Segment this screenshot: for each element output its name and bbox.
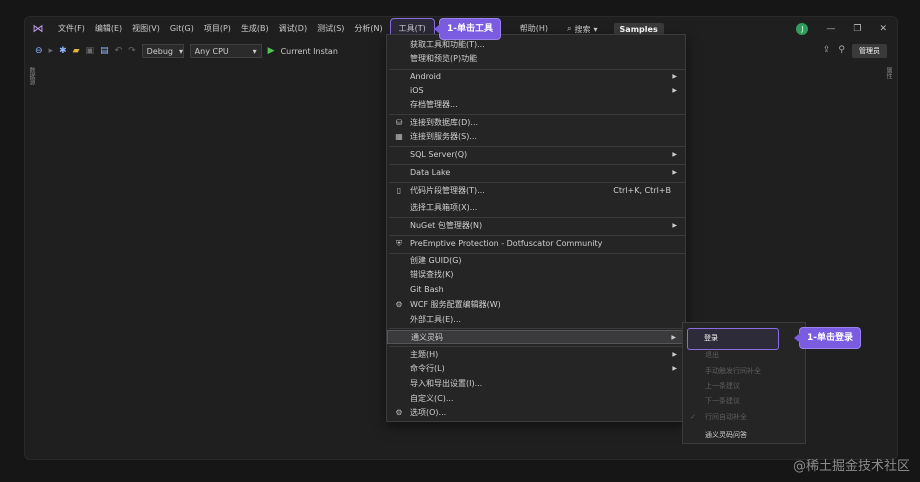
menu-item-tongyi-lingma[interactable]: 通义灵码 ▶ [387,330,685,344]
menu-item-error-lookup[interactable]: 错误查找(K) [387,268,685,282]
chevron-right-icon: ▶ [672,87,677,94]
platform-select[interactable]: Any CPU ▾ [189,44,262,58]
menu-item-manage-preview[interactable]: 管理和预览(P)功能 [387,52,685,66]
lingma-submenu: 登录 退出 手动触发行间补全 上一条建议 下一条建议 ✓ 行间自动补全 通义灵码问… [682,322,806,444]
menu-debug[interactable]: 调试(D) [274,17,312,41]
menu-item-external-tools[interactable]: 外部工具(E)... [387,313,685,327]
config-select[interactable]: Debug ▾ [141,44,184,58]
menu-item-choose-toolbox[interactable]: 选择工具箱项(X)... [387,201,685,215]
new-project-icon[interactable]: ✱ [59,46,67,56]
watermark: @稀土掘金技术社区 [792,459,910,474]
shield-icon: ⛨ [396,239,402,248]
shortcut-label: Ctrl+K, Ctrl+B [613,186,671,195]
menu-item-ios[interactable]: iOS ▶ [387,84,685,98]
menu-item-data-lake[interactable]: Data Lake ▶ [387,166,685,180]
search-box[interactable]: ⌕ 搜索 ▾ [561,24,604,35]
properties-tab[interactable]: 属性 [884,67,893,79]
menu-item-snippet-manager[interactable]: ▯ 代码片段管理器(T)... Ctrl+K, Ctrl+B [387,184,685,198]
submenu-item-login[interactable]: 登录 [687,328,779,350]
chevron-down-icon: ▾ [593,24,598,34]
submenu-item-manual-complete: 手动触发行间补全 [705,367,761,375]
redo-icon[interactable]: ↷ [128,46,136,56]
config-value: Debug [146,46,173,56]
submenu-item-auto-complete: ✓ 行间自动补全 [683,410,805,424]
open-folder-icon[interactable]: ▰ [73,46,80,56]
chevron-right-icon: ▶ [672,365,677,372]
chevron-down-icon: ▾ [252,46,257,56]
menu-project[interactable]: 项目(P) [199,17,236,41]
menu-item-import-export[interactable]: 导入和导出设置(I)... [387,377,685,391]
chevron-right-icon: ▶ [672,73,677,80]
admin-badge: 管理员 [852,44,887,58]
chevron-right-icon: ▶ [672,351,677,358]
menu-test[interactable]: 测试(S) [312,17,349,41]
tools-menu-dropdown: 获取工具和功能(T)... 管理和预览(P)功能 Android ▶ iOS ▶ 存… [386,34,686,422]
search-label: 搜索 [574,24,591,34]
menu-item-theme[interactable]: 主题(H) ▶ [387,348,685,362]
menu-item-sql-server[interactable]: SQL Server(Q) ▶ [387,148,685,162]
submenu-item-logout: 退出 [705,351,719,359]
chevron-down-icon: ▾ [178,46,183,56]
menu-item-wcf-editor[interactable]: ⚙ WCF 服务配置编辑器(W) [387,298,685,312]
chevron-right-icon: ▶ [672,222,677,229]
menu-item-get-tools[interactable]: 获取工具和功能(T)... [387,38,685,52]
data-sources-tab[interactable]: 数据源 [27,67,36,85]
menu-item-android[interactable]: Android ▶ [387,70,685,84]
menu-edit[interactable]: 编辑(E) [90,17,127,41]
chevron-right-icon: ▶ [672,169,677,176]
visual-studio-logo-icon: ⋈ [32,22,44,35]
save-icon[interactable]: ▣ [86,46,95,56]
feedback-icon[interactable]: ⚲ [838,45,845,55]
minimize-icon[interactable]: — [826,24,835,34]
run-target-label[interactable]: Current Instan [281,47,338,56]
menu-git[interactable]: Git(G) [165,17,199,41]
submenu-item-prev-suggestion: 上一条建议 [705,382,740,390]
wcf-icon: ⚙ [395,300,403,309]
menu-item-customize[interactable]: 自定义(C)... [387,392,685,406]
menu-view[interactable]: 视图(V) [127,17,165,41]
menu-item-archive-manager[interactable]: 存档管理器... [387,98,685,112]
forward-icon[interactable]: ▸ [49,46,54,56]
gear-icon: ⚙ [395,408,403,417]
callout-click-tools: 1-单击工具 [434,19,500,39]
undo-icon[interactable]: ↶ [115,46,123,56]
chevron-right-icon: ▶ [672,151,677,158]
server-connect-icon: ▦ [395,132,403,141]
menu-build[interactable]: 生成(B) [236,17,274,41]
menu-analyze[interactable]: 分析(N) [349,17,387,41]
menu-item-dotfuscator[interactable]: ⛨ PreEmptive Protection - Dotfuscator Com… [387,237,685,251]
snippet-icon: ▯ [396,186,402,195]
chevron-right-icon: ▶ [671,334,676,341]
menu-item-connect-db[interactable]: ⛁ 连接到数据库(D)... [387,116,685,130]
search-icon: ⌕ [567,24,572,33]
toolbar-right-icons: ⇪ ⚲ [823,45,845,55]
menu-item-command-line[interactable]: 命令行(L) ▶ [387,362,685,376]
menu-item-git-bash[interactable]: Git Bash [387,283,685,297]
callout-click-login: 1-单击登录 [794,328,860,348]
close-icon[interactable]: ✕ [879,24,887,34]
db-connect-icon: ⛁ [395,118,403,127]
save-all-icon[interactable]: ▤ [100,46,109,56]
submenu-item-next-suggestion: 下一条建议 [705,397,740,405]
restore-icon[interactable]: ❐ [853,24,861,34]
share-icon[interactable]: ⇪ [823,45,831,55]
window-controls: J — ❐ ✕ [796,17,887,41]
menu-item-connect-server[interactable]: ▦ 连接到服务器(S)... [387,130,685,144]
back-icon[interactable]: ⊖ [35,46,43,56]
submenu-item-lingma-qa[interactable]: 通义灵码问答 [683,428,805,442]
platform-value: Any CPU [194,46,229,56]
menu-item-nuget[interactable]: NuGet 包管理器(N) ▶ [387,219,685,233]
menu-file[interactable]: 文件(F) [53,17,90,41]
menu-item-create-guid[interactable]: 创建 GUID(G) [387,254,685,268]
avatar[interactable]: J [796,23,809,35]
run-icon[interactable]: ▶ [268,46,275,56]
checkmark-icon: ✓ [690,413,696,421]
menu-item-options[interactable]: ⚙ 选项(O)... [387,406,685,420]
